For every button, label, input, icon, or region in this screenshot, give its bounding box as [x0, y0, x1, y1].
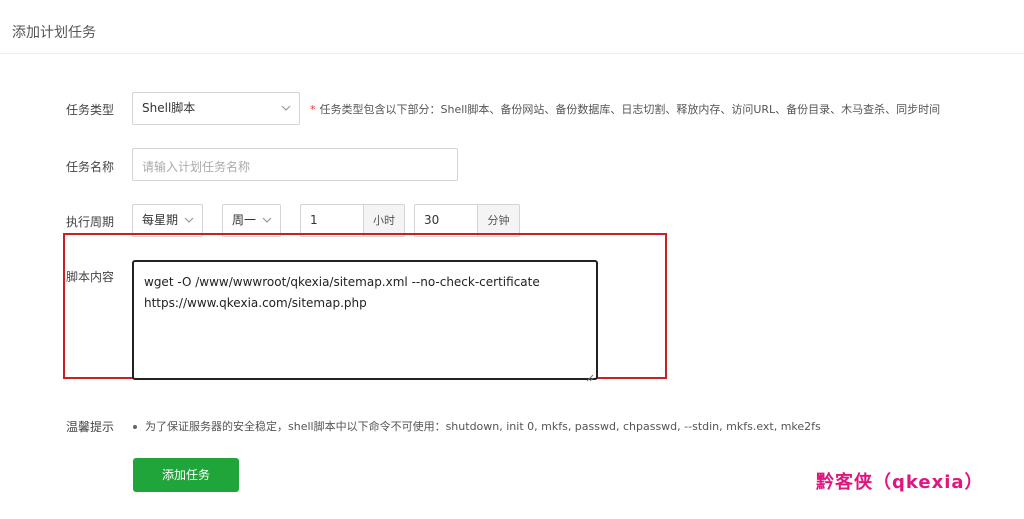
add-task-button[interactable]: 添加任务 — [133, 458, 239, 492]
weekday-value: 周一 — [232, 213, 257, 227]
task-type-value: Shell脚本 — [142, 101, 196, 115]
minute-value: 30 — [424, 213, 440, 227]
task-type-select[interactable]: Shell脚本 — [132, 92, 300, 125]
required-star: * — [310, 103, 316, 116]
script-textarea[interactable]: wget -O /www/wwwroot/qkexia/sitemap.xml … — [132, 260, 598, 382]
task-name-label: 任务名称 — [66, 160, 115, 174]
script-label: 脚本内容 — [66, 270, 115, 284]
chevron-down-icon — [261, 213, 273, 227]
resize-grip-icon[interactable] — [586, 368, 594, 382]
task-type-hint-text: 任务类型包含以下部分：Shell脚本、备份网站、备份数据库、日志切割、释放内存、… — [319, 103, 941, 116]
task-type-hint: * 任务类型包含以下部分：Shell脚本、备份网站、备份数据库、日志切割、释放内存… — [310, 101, 940, 117]
dialog-header: 添加计划任务 — [0, 0, 1024, 54]
hour-value: 1 — [310, 213, 318, 227]
tips-text: 为了保证服务器的安全稳定，shell脚本中以下命令不可使用：shutdown, … — [145, 420, 821, 433]
tips-label: 温馨提示 — [66, 420, 115, 434]
period-label: 执行周期 — [66, 215, 115, 229]
chevron-down-icon — [183, 213, 195, 227]
tips-text-row: 为了保证服务器的安全稳定，shell脚本中以下命令不可使用：shutdown, … — [133, 418, 821, 434]
chevron-down-icon — [280, 101, 292, 115]
script-line-2: https://www.qkexia.com/sitemap.php — [144, 296, 367, 310]
bullet-icon — [133, 425, 137, 429]
page-title: 添加计划任务 — [12, 25, 96, 41]
task-name-placeholder: 请输入计划任务名称 — [142, 160, 251, 174]
watermark: 黔客侠（qkexia） — [816, 472, 984, 493]
task-type-label: 任务类型 — [66, 103, 115, 117]
frequency-value: 每星期 — [142, 213, 179, 227]
script-line-1: wget -O /www/wwwroot/qkexia/sitemap.xml … — [144, 275, 540, 289]
